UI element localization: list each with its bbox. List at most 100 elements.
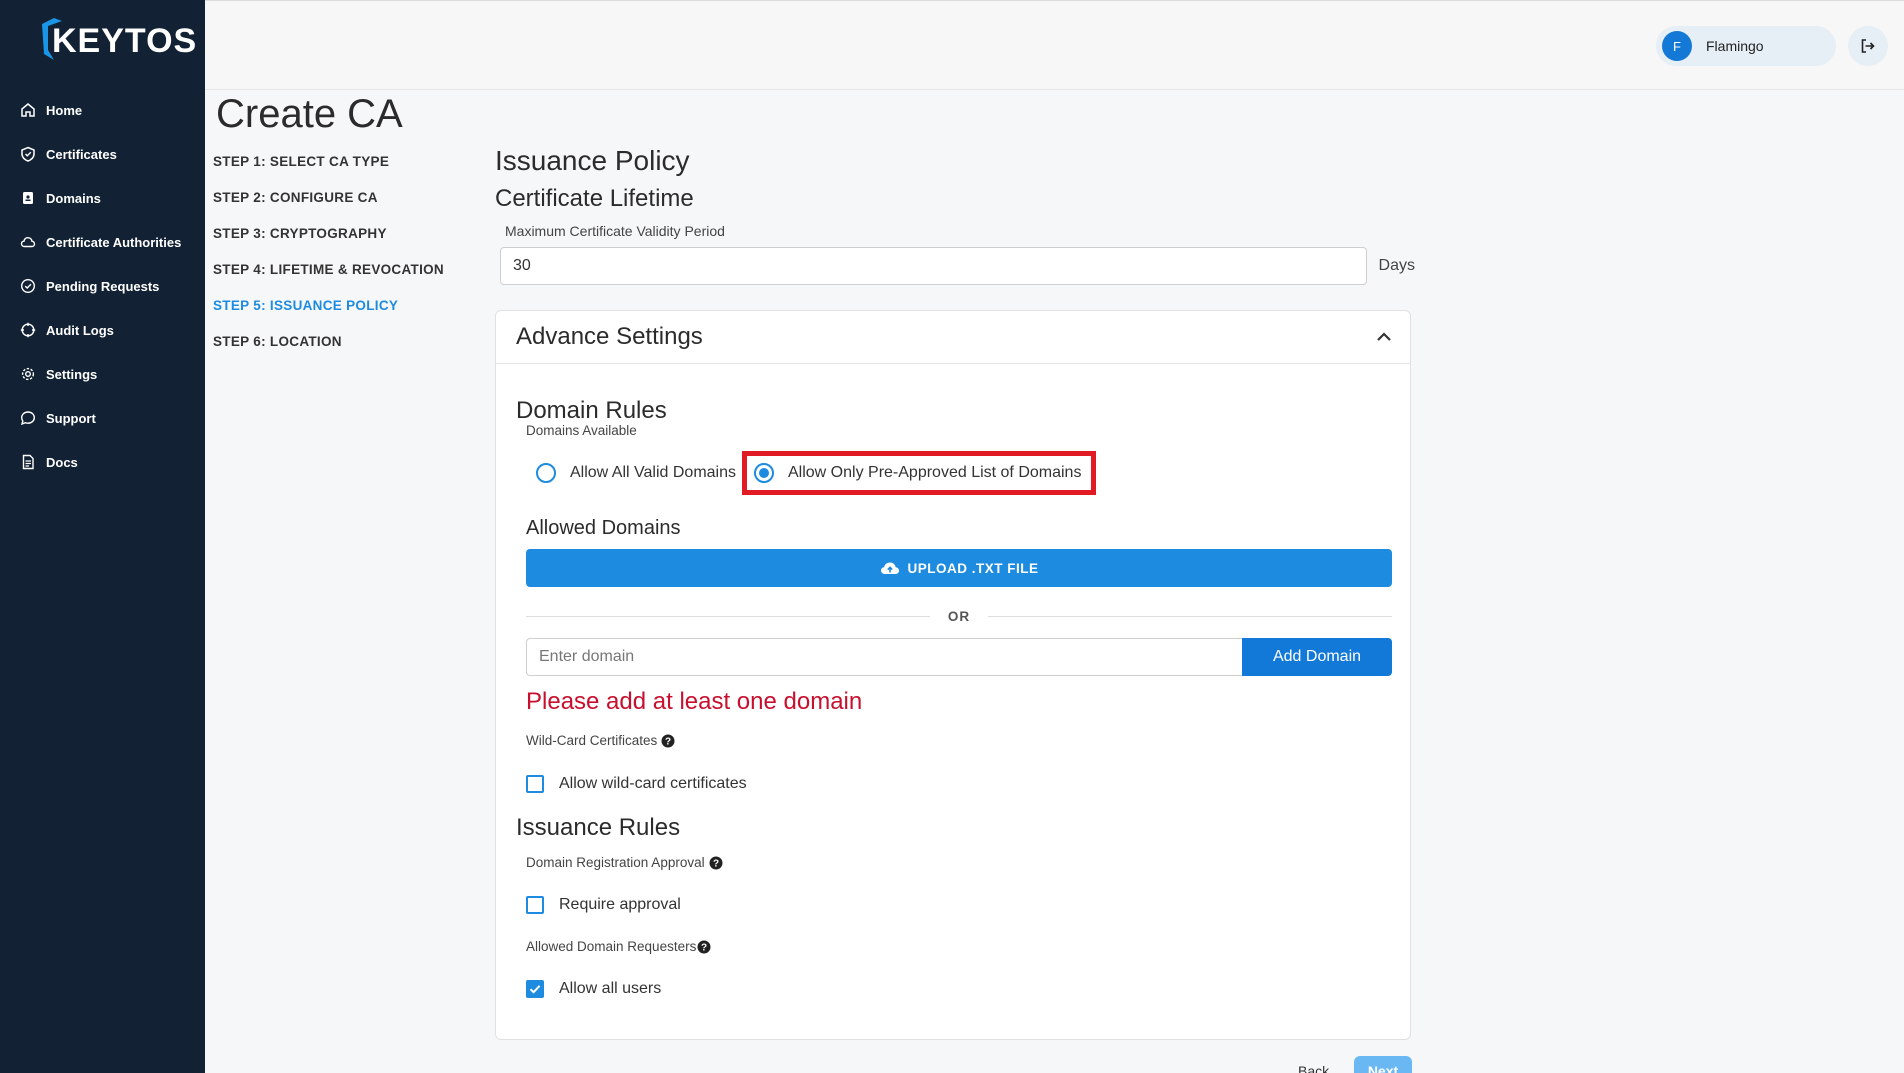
sidebar-item-label: Certificate Authorities — [46, 234, 182, 250]
wildcard-checkbox-row[interactable]: Allow wild-card certificates — [526, 775, 747, 793]
logo-text: KEYTOS — [52, 22, 198, 60]
lifetime-heading: Certificate Lifetime — [495, 185, 694, 212]
domains-available-label: Domains Available — [526, 423, 637, 438]
sidebar-item-certificates[interactable]: Certificates — [0, 132, 205, 176]
page-title: Create CA — [216, 92, 403, 136]
divider-line — [526, 615, 930, 617]
sidebar-item-support[interactable]: Support — [0, 396, 205, 440]
upload-txt-label: UPLOAD .TXT FILE — [907, 560, 1039, 576]
home-icon — [21, 103, 35, 117]
add-domain-row: Add Domain — [526, 638, 1392, 676]
approval-label-row: Domain Registration Approval ? — [526, 855, 723, 870]
radio-allow-preapproved[interactable]: Allow Only Pre-Approved List of Domains — [754, 463, 1081, 483]
approval-label: Domain Registration Approval — [526, 855, 705, 870]
sidebar-item-pending-requests[interactable]: Pending Requests — [0, 264, 205, 308]
radio-button-preapproved[interactable] — [754, 463, 774, 483]
user-name: Flamingo — [1706, 38, 1764, 54]
approval-checkbox-row[interactable]: Require approval — [526, 896, 681, 914]
help-icon[interactable]: ? — [661, 734, 675, 748]
sidebar-item-label: Support — [46, 410, 96, 426]
radio-allow-all-label: Allow All Valid Domains — [570, 464, 736, 481]
next-button[interactable]: Next — [1354, 1056, 1412, 1073]
requesters-checkbox-row[interactable]: Allow all users — [526, 980, 661, 998]
sidebar-item-audit-logs[interactable]: Audit Logs — [0, 308, 205, 352]
domain-icon — [23, 192, 33, 204]
sidebar-nav: Home Certificates Domains Certificate Au… — [0, 88, 205, 484]
domain-rules-title: Domain Rules — [516, 397, 667, 424]
advance-settings-card: Advance Settings Domain Rules Domains Av… — [495, 310, 1411, 1040]
domain-input[interactable] — [526, 638, 1242, 676]
upload-txt-button[interactable]: UPLOAD .TXT FILE — [526, 549, 1392, 587]
cloud-upload-icon — [880, 562, 899, 574]
require-approval-label: Require approval — [559, 896, 681, 913]
chat-icon — [20, 411, 36, 426]
cloud-icon — [20, 236, 36, 248]
step-2[interactable]: STEP 2: CONFIGURE CA — [213, 186, 473, 222]
next-label: Next — [1367, 1063, 1399, 1073]
highlight-box: Allow Only Pre-Approved List of Domains — [742, 451, 1097, 495]
divider-line — [988, 615, 1392, 617]
sidebar-item-label: Pending Requests — [46, 278, 160, 294]
sidebar-item-docs[interactable]: Docs — [0, 440, 205, 484]
wildcard-label: Wild-Card Certificates — [526, 733, 658, 748]
allow-all-users-label: Allow all users — [559, 980, 662, 997]
allowed-domains-title: Allowed Domains — [526, 517, 681, 539]
allow-all-users-checkbox[interactable] — [526, 980, 544, 998]
sidebar-item-label: Domains — [46, 190, 101, 206]
validity-unit: Days — [1378, 257, 1415, 274]
logout-button[interactable] — [1848, 26, 1888, 66]
chevron-up-icon[interactable] — [1374, 327, 1394, 347]
radio-preapproved-label: Allow Only Pre-Approved List of Domains — [788, 464, 1082, 481]
sidebar-item-label: Settings — [46, 366, 98, 382]
checkmark-icon — [529, 985, 541, 994]
radio-allow-all[interactable]: Allow All Valid Domains — [536, 463, 736, 483]
logout-icon — [1861, 39, 1875, 53]
keytos-logo[interactable]: KEYTOS — [40, 16, 196, 66]
sidebar: KEYTOS Home Certificates Domains Certifi… — [0, 0, 205, 1073]
wildcard-label-row: Wild-Card Certificates ? — [526, 733, 675, 748]
issuance-rules-title: Issuance Rules — [516, 814, 681, 841]
step-3[interactable]: STEP 3: CRYPTOGRAPHY — [213, 222, 473, 258]
or-divider: OR — [526, 601, 1392, 631]
top-bar: F Flamingo — [205, 0, 1904, 90]
sidebar-item-certificate-authorities[interactable]: Certificate Authorities — [0, 220, 205, 264]
sidebar-item-settings[interactable]: Settings — [0, 352, 205, 396]
radio-button-all[interactable] — [536, 463, 556, 483]
sidebar-item-home[interactable]: Home — [0, 88, 205, 132]
svg-text:?: ? — [665, 736, 671, 747]
shield-icon — [21, 146, 35, 162]
crosshair-icon — [20, 322, 36, 338]
advance-settings-title: Advance Settings — [516, 323, 703, 350]
sidebar-item-label: Certificates — [46, 146, 117, 162]
domain-error-message: Please add at least one domain — [526, 688, 863, 715]
domains-available-radio-group: Allow All Valid Domains Allow Only Pre-A… — [536, 451, 1097, 495]
issuance-heading: Issuance Policy — [495, 145, 690, 176]
user-menu[interactable]: F Flamingo — [1656, 26, 1836, 66]
step-6[interactable]: STEP 6: LOCATION — [213, 330, 473, 366]
validity-input[interactable] — [500, 247, 1367, 285]
advance-settings-header[interactable]: Advance Settings — [496, 311, 1410, 364]
svg-text:?: ? — [701, 942, 707, 953]
requesters-label: Allowed Domain Requesters — [526, 939, 697, 954]
sidebar-item-domains[interactable]: Domains — [0, 176, 205, 220]
wildcard-checkbox[interactable] — [526, 775, 544, 793]
back-button[interactable]: Back — [1298, 1063, 1329, 1073]
step-4[interactable]: STEP 4: LIFETIME & REVOCATION — [213, 258, 473, 294]
or-text: OR — [947, 608, 971, 624]
step-5[interactable]: STEP 5: ISSUANCE POLICY — [213, 294, 473, 330]
help-icon[interactable]: ? — [697, 940, 711, 954]
validity-row: Days — [495, 247, 1415, 285]
avatar: F — [1662, 31, 1692, 61]
document-icon — [22, 454, 34, 470]
wildcard-checkbox-label: Allow wild-card certificates — [559, 775, 747, 792]
help-icon[interactable]: ? — [709, 856, 723, 870]
stepper: STEP 1: SELECT CA TYPE STEP 2: CONFIGURE… — [213, 150, 473, 366]
add-domain-button[interactable]: Add Domain — [1242, 638, 1392, 676]
require-approval-checkbox[interactable] — [526, 896, 544, 914]
svg-text:?: ? — [713, 858, 719, 869]
requesters-label-row: Allowed Domain Requesters ? — [526, 939, 711, 954]
check-circle-icon — [20, 278, 36, 294]
step-1[interactable]: STEP 1: SELECT CA TYPE — [213, 150, 473, 186]
sidebar-item-label: Audit Logs — [46, 322, 114, 338]
issuance-section: Issuance Policy Certificate Lifetime Max… — [495, 145, 1415, 285]
